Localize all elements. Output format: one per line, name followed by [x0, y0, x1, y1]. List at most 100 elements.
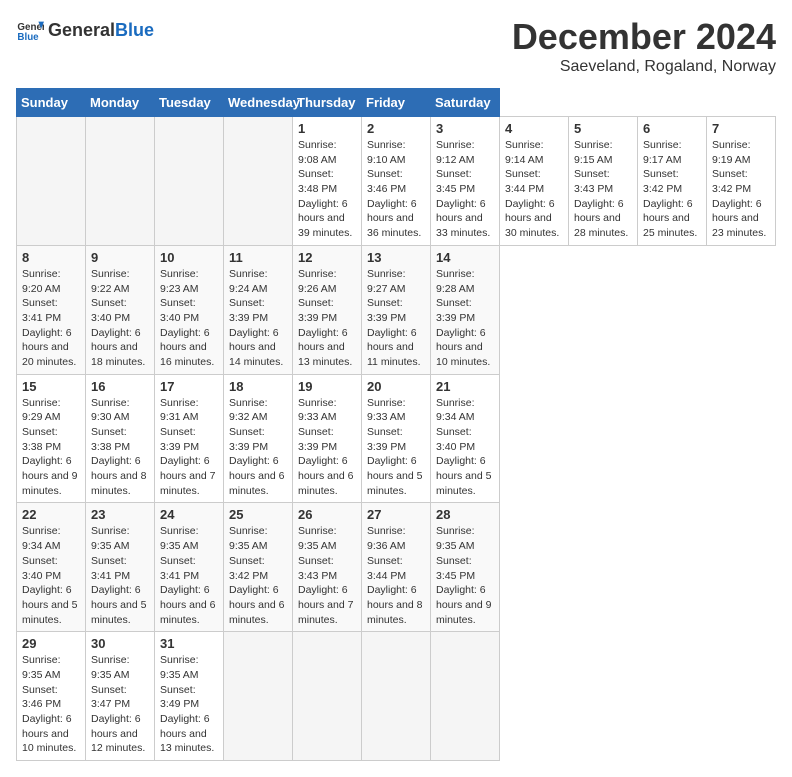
day-number: 26 [298, 507, 356, 522]
day-info: Sunrise: 9:19 AMSunset: 3:42 PMDaylight:… [712, 138, 770, 241]
day-info: Sunrise: 9:23 AMSunset: 3:40 PMDaylight:… [160, 267, 218, 370]
day-number: 11 [229, 250, 287, 265]
day-number: 30 [91, 636, 149, 651]
day-number: 24 [160, 507, 218, 522]
col-monday: Monday [86, 89, 155, 117]
day-number: 14 [436, 250, 494, 265]
table-row: 18 Sunrise: 9:32 AMSunset: 3:39 PMDayligh… [224, 374, 293, 503]
table-row [17, 117, 86, 246]
table-row: 30 Sunrise: 9:35 AMSunset: 3:47 PMDayligh… [86, 632, 155, 761]
day-number: 4 [505, 121, 563, 136]
table-row: 9 Sunrise: 9:22 AMSunset: 3:40 PMDaylight… [86, 245, 155, 374]
calendar-week-row: 15 Sunrise: 9:29 AMSunset: 3:38 PMDayligh… [17, 374, 776, 503]
table-row: 22Sunrise: 9:34 AMSunset: 3:40 PMDayligh… [17, 503, 86, 632]
day-info: Sunrise: 9:12 AMSunset: 3:45 PMDaylight:… [436, 138, 494, 241]
table-row: 29Sunrise: 9:35 AMSunset: 3:46 PMDayligh… [17, 632, 86, 761]
day-number: 1 [298, 121, 356, 136]
table-row [224, 117, 293, 246]
day-info: Sunrise: 9:33 AMSunset: 3:39 PMDaylight:… [298, 396, 356, 499]
logo-blue: Blue [115, 20, 154, 40]
month-title: December 2024 [512, 16, 776, 58]
table-row: 1 Sunrise: 9:08 AMSunset: 3:48 PMDaylight… [293, 117, 362, 246]
day-info: Sunrise: 9:15 AMSunset: 3:43 PMDaylight:… [574, 138, 632, 241]
table-row: 7Sunrise: 9:19 AMSunset: 3:42 PMDaylight… [707, 117, 776, 246]
table-row: 15 Sunrise: 9:29 AMSunset: 3:38 PMDayligh… [17, 374, 86, 503]
col-tuesday: Tuesday [155, 89, 224, 117]
day-number: 21 [436, 379, 494, 394]
day-number: 19 [298, 379, 356, 394]
day-info: Sunrise: 9:24 AMSunset: 3:39 PMDaylight:… [229, 267, 287, 370]
table-row: 10 Sunrise: 9:23 AMSunset: 3:40 PMDayligh… [155, 245, 224, 374]
table-row: 31Sunrise: 9:35 AMSunset: 3:49 PMDayligh… [155, 632, 224, 761]
day-number: 22 [22, 507, 80, 522]
table-row: 28Sunrise: 9:35 AMSunset: 3:45 PMDayligh… [431, 503, 500, 632]
table-row: 13Sunrise: 9:27 AMSunset: 3:39 PMDayligh… [362, 245, 431, 374]
day-number: 3 [436, 121, 494, 136]
calendar-week-row: 22Sunrise: 9:34 AMSunset: 3:40 PMDayligh… [17, 503, 776, 632]
logo: General Blue GeneralBlue [16, 16, 154, 44]
day-info: Sunrise: 9:35 AMSunset: 3:47 PMDaylight:… [91, 653, 149, 756]
col-sunday: Sunday [17, 89, 86, 117]
table-row: 24Sunrise: 9:35 AMSunset: 3:41 PMDayligh… [155, 503, 224, 632]
day-number: 13 [367, 250, 425, 265]
day-info: Sunrise: 9:31 AMSunset: 3:39 PMDaylight:… [160, 396, 218, 499]
day-info: Sunrise: 9:22 AMSunset: 3:40 PMDaylight:… [91, 267, 149, 370]
day-number: 17 [160, 379, 218, 394]
day-number: 6 [643, 121, 701, 136]
day-number: 25 [229, 507, 287, 522]
table-row: 4 Sunrise: 9:14 AMSunset: 3:44 PMDaylight… [500, 117, 569, 246]
day-number: 20 [367, 379, 425, 394]
table-row: 11 Sunrise: 9:24 AMSunset: 3:39 PMDayligh… [224, 245, 293, 374]
table-row: 2 Sunrise: 9:10 AMSunset: 3:46 PMDaylight… [362, 117, 431, 246]
table-row: 16Sunrise: 9:30 AMSunset: 3:38 PMDayligh… [86, 374, 155, 503]
day-info: Sunrise: 9:08 AMSunset: 3:48 PMDaylight:… [298, 138, 356, 241]
day-number: 15 [22, 379, 80, 394]
location-title: Saeveland, Rogaland, Norway [512, 58, 776, 76]
table-row: 27Sunrise: 9:36 AMSunset: 3:44 PMDayligh… [362, 503, 431, 632]
table-row: 8 Sunrise: 9:20 AMSunset: 3:41 PMDaylight… [17, 245, 86, 374]
table-row: 12 Sunrise: 9:26 AMSunset: 3:39 PMDayligh… [293, 245, 362, 374]
day-number: 23 [91, 507, 149, 522]
logo-general: General [48, 20, 115, 40]
col-saturday: Saturday [431, 89, 500, 117]
day-info: Sunrise: 9:14 AMSunset: 3:44 PMDaylight:… [505, 138, 563, 241]
day-number: 18 [229, 379, 287, 394]
table-row: 25Sunrise: 9:35 AMSunset: 3:42 PMDayligh… [224, 503, 293, 632]
day-info: Sunrise: 9:17 AMSunset: 3:42 PMDaylight:… [643, 138, 701, 241]
day-number: 9 [91, 250, 149, 265]
table-row: 20 Sunrise: 9:33 AMSunset: 3:39 PMDayligh… [362, 374, 431, 503]
table-row: 17 Sunrise: 9:31 AMSunset: 3:39 PMDayligh… [155, 374, 224, 503]
table-row: 26Sunrise: 9:35 AMSunset: 3:43 PMDayligh… [293, 503, 362, 632]
day-number: 8 [22, 250, 80, 265]
table-row: 21 Sunrise: 9:34 AMSunset: 3:40 PMDayligh… [431, 374, 500, 503]
header: General Blue GeneralBlue December 2024 S… [16, 16, 776, 76]
day-number: 10 [160, 250, 218, 265]
day-info: Sunrise: 9:34 AMSunset: 3:40 PMDaylight:… [436, 396, 494, 499]
title-area: December 2024 Saeveland, Rogaland, Norwa… [512, 16, 776, 76]
calendar-table: Sunday Monday Tuesday Wednesday Thursday… [16, 88, 776, 761]
day-info: Sunrise: 9:30 AMSunset: 3:38 PMDaylight:… [91, 396, 149, 499]
table-row: 5Sunrise: 9:15 AMSunset: 3:43 PMDaylight… [569, 117, 638, 246]
day-number: 2 [367, 121, 425, 136]
day-number: 12 [298, 250, 356, 265]
day-number: 29 [22, 636, 80, 651]
table-row [293, 632, 362, 761]
day-number: 27 [367, 507, 425, 522]
table-row [362, 632, 431, 761]
table-row [155, 117, 224, 246]
table-row: 19 Sunrise: 9:33 AMSunset: 3:39 PMDayligh… [293, 374, 362, 503]
calendar-week-row: 8 Sunrise: 9:20 AMSunset: 3:41 PMDaylight… [17, 245, 776, 374]
day-info: Sunrise: 9:32 AMSunset: 3:39 PMDaylight:… [229, 396, 287, 499]
col-thursday: Thursday [293, 89, 362, 117]
day-number: 28 [436, 507, 494, 522]
day-info: Sunrise: 9:20 AMSunset: 3:41 PMDaylight:… [22, 267, 80, 370]
day-info: Sunrise: 9:28 AMSunset: 3:39 PMDaylight:… [436, 267, 494, 370]
table-row: 14 Sunrise: 9:28 AMSunset: 3:39 PMDayligh… [431, 245, 500, 374]
day-info: Sunrise: 9:29 AMSunset: 3:38 PMDaylight:… [22, 396, 80, 499]
table-row [224, 632, 293, 761]
logo-icon: General Blue [16, 16, 44, 44]
day-info: Sunrise: 9:10 AMSunset: 3:46 PMDaylight:… [367, 138, 425, 241]
day-info: Sunrise: 9:33 AMSunset: 3:39 PMDaylight:… [367, 396, 425, 499]
day-info: Sunrise: 9:26 AMSunset: 3:39 PMDaylight:… [298, 267, 356, 370]
calendar-week-row: 1 Sunrise: 9:08 AMSunset: 3:48 PMDaylight… [17, 117, 776, 246]
